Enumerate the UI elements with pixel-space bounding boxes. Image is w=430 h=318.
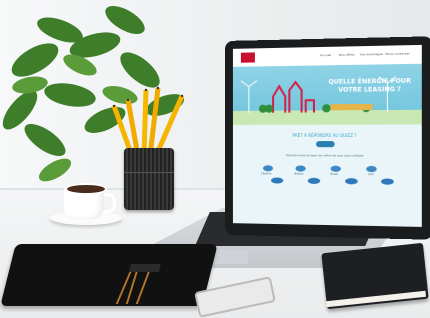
quiz-subtitle: Sélectionnez le type de véhicule que vou… bbox=[285, 153, 364, 158]
vehicle-option-suv[interactable] bbox=[366, 165, 377, 173]
tablet-reflection bbox=[115, 264, 161, 305]
vehicle-label-break: Break bbox=[330, 172, 339, 176]
vehicle-option-citadine[interactable] bbox=[262, 165, 274, 172]
vehicle-option-berline[interactable] bbox=[295, 165, 306, 172]
nav-link-contact[interactable]: Nous contacter bbox=[385, 51, 409, 56]
workspace-scene: Accueil Nos offres Vos avantages Nous co… bbox=[0, 0, 430, 318]
tablet bbox=[0, 244, 218, 306]
nav-link-offers[interactable]: Nos offres bbox=[339, 52, 355, 56]
vehicle-label-berline: Berline bbox=[294, 172, 304, 176]
nav-link-home[interactable]: Accueil bbox=[320, 53, 331, 57]
pencil-cup bbox=[124, 148, 174, 210]
pencil-cup-rim bbox=[124, 172, 174, 173]
quiz-section bbox=[232, 124, 422, 227]
vehicle-car-icon-4 bbox=[381, 178, 394, 185]
nav-link-advantages[interactable]: Vos avantages bbox=[360, 52, 383, 57]
quiz-title: PRÊT À RÉPONDRE AU QUIZZ ? bbox=[292, 132, 357, 138]
laptop-lid: Accueil Nos offres Vos avantages Nous co… bbox=[225, 36, 430, 240]
website-hero: QUELLE ÉNERGIE POUR VOTRE LEASING ? bbox=[232, 63, 422, 125]
hero-title-line2: VOTRE LEASING ? bbox=[338, 85, 401, 94]
website-logo bbox=[240, 52, 255, 63]
vehicle-label-suv: SUV bbox=[368, 173, 374, 177]
laptop-screen: Accueil Nos offres Vos avantages Nous co… bbox=[232, 44, 422, 227]
quiz-start-toggle[interactable] bbox=[316, 141, 335, 148]
vehicle-label-citadine: Citadine bbox=[260, 172, 272, 176]
vehicle-car-icon-1 bbox=[271, 177, 284, 184]
hero-title: QUELLE ÉNERGIE POUR VOTRE LEASING ? bbox=[322, 77, 417, 95]
vehicle-option-break[interactable] bbox=[330, 165, 341, 172]
coffee bbox=[65, 183, 107, 195]
vehicle-car-icon-3 bbox=[345, 178, 358, 185]
vehicle-car-icon-2 bbox=[307, 177, 321, 185]
